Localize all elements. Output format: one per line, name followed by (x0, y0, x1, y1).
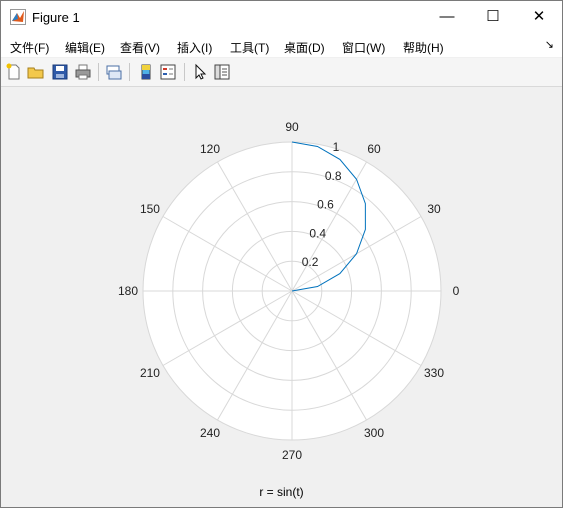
menu-file[interactable]: 文件(F) (10, 39, 49, 56)
link-plot-icon[interactable] (105, 63, 123, 81)
theta-tick-label: 0 (453, 284, 460, 298)
property-editor-icon[interactable] (213, 63, 231, 81)
r-tick-label: 0.4 (309, 226, 326, 240)
print-icon[interactable] (74, 63, 92, 81)
r-tick-label: 0.6 (317, 198, 334, 212)
menu-view[interactable]: 查看(V) (120, 39, 160, 56)
figure-window: Figure 1 — ☐ ✕ 文件(F) 编辑(E) 查看(V) 插入(I) 工… (0, 0, 563, 508)
toolbar-separator (98, 63, 99, 81)
legend-icon[interactable] (159, 63, 177, 81)
window-title: Figure 1 (32, 10, 80, 25)
select-pointer-icon[interactable] (191, 63, 209, 81)
colorbar-icon[interactable] (137, 63, 155, 81)
theta-tick-label: 30 (427, 202, 441, 216)
open-file-icon[interactable] (27, 63, 45, 81)
toolbar-overflow-icon[interactable]: ↘ (545, 38, 554, 51)
menu-help[interactable]: 帮助(H) (403, 39, 444, 56)
theta-tick-label: 330 (424, 366, 444, 380)
menu-tools[interactable]: 工具(T) (230, 39, 269, 56)
theta-tick-label: 90 (285, 120, 299, 134)
toolbar-separator (184, 63, 185, 81)
menu-desktop[interactable]: 桌面(D) (284, 39, 325, 56)
toolbar-separator (129, 63, 130, 81)
r-tick-label: 0.2 (302, 255, 319, 269)
menu-edit[interactable]: 编辑(E) (65, 39, 105, 56)
theta-tick-label: 240 (200, 426, 220, 440)
close-button[interactable]: ✕ (516, 1, 562, 33)
theta-tick-label: 300 (364, 426, 384, 440)
menu-insert[interactable]: 插入(I) (177, 39, 212, 56)
theta-tick-label: 150 (140, 202, 160, 216)
theta-tick-label: 60 (367, 142, 381, 156)
polar-axes[interactable]: 0 30 60 90 120 150 180 210 240 270 300 330 0.2 0.4 0.6… (1, 87, 562, 507)
menu-window[interactable]: 窗口(W) (342, 39, 385, 56)
r-tick-label: 0.8 (325, 169, 342, 183)
maximize-button[interactable]: ☐ (470, 1, 516, 33)
theta-tick-label: 180 (118, 284, 138, 298)
theta-tick-label: 210 (140, 366, 160, 380)
figure-canvas: 0 30 60 90 120 150 180 210 240 270 300 330 0.2 0.4 0.6… (1, 87, 562, 507)
theta-tick-label: 270 (282, 448, 302, 462)
menu-bar: 文件(F) 编辑(E) 查看(V) 插入(I) 工具(T) 桌面(D) 窗口(W… (1, 33, 562, 57)
matlab-icon (10, 9, 26, 25)
plot-title: r = sin(t) (259, 485, 304, 499)
save-icon[interactable] (51, 63, 69, 81)
new-figure-icon[interactable] (5, 63, 23, 81)
minimize-button[interactable]: — (424, 1, 470, 33)
title-bar: Figure 1 — ☐ ✕ (1, 1, 562, 33)
r-tick-label: 1 (333, 140, 340, 154)
theta-tick-label: 120 (200, 142, 220, 156)
toolbar (1, 58, 562, 87)
